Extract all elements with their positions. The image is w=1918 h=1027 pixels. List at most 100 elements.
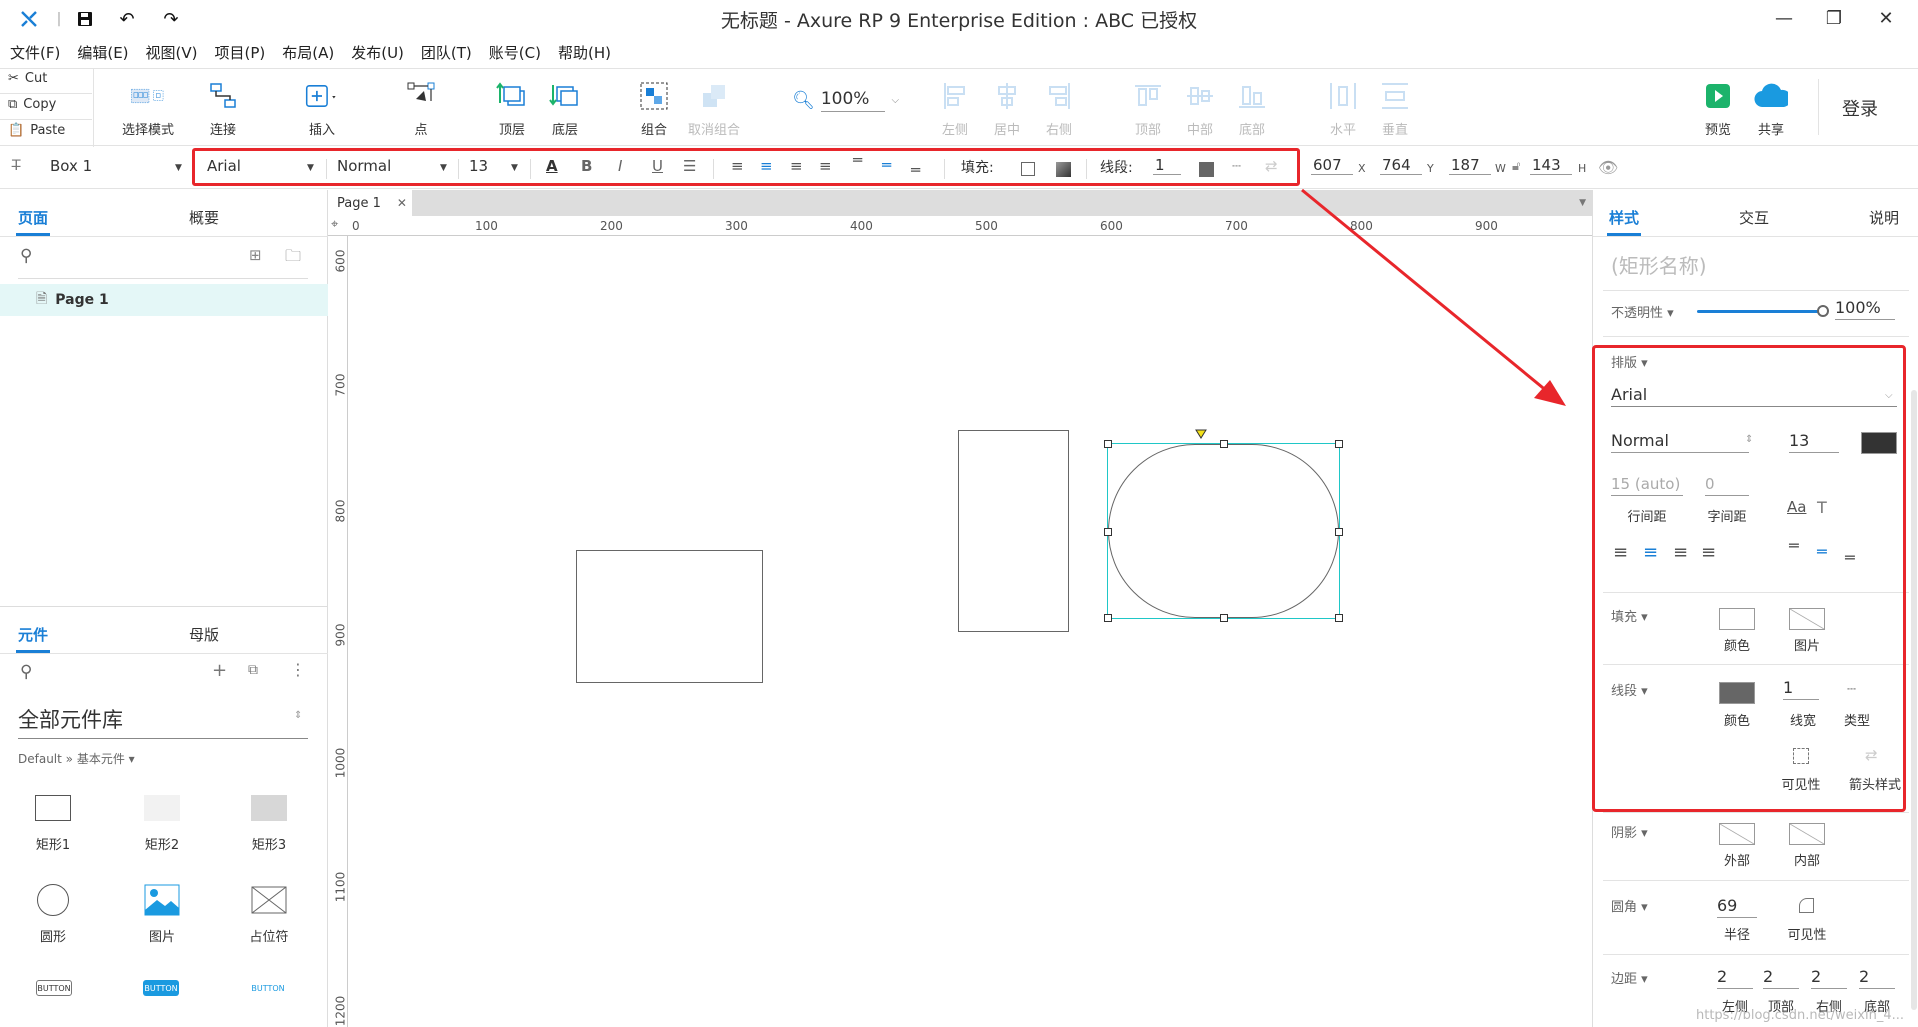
tab-masters[interactable]: 母版 <box>189 624 219 645</box>
add-library-icon[interactable]: + <box>212 660 227 681</box>
y-input[interactable]: 764 <box>1380 156 1422 175</box>
stroke-pattern-icon[interactable]: ┄ <box>1232 157 1241 175</box>
font-size-select[interactable]: 13 <box>469 157 488 175</box>
share-button[interactable]: 共享 <box>1733 79 1809 138</box>
align-right-button[interactable]: 右侧 <box>1021 79 1097 138</box>
padding-right-input[interactable]: 2 <box>1811 967 1847 989</box>
valign-bottom-icon[interactable]: ═ <box>911 161 920 179</box>
chevron-down-icon[interactable]: ▼ <box>1579 198 1586 208</box>
align-bottom-button[interactable]: 底部 <box>1214 79 1290 138</box>
stroke-width-input[interactable]: 1 <box>1153 156 1181 175</box>
widget-placeholder[interactable]: 占位符 <box>224 880 314 945</box>
canvas-rounded-shape[interactable] <box>1108 444 1339 618</box>
corner-visibility-icon[interactable] <box>1799 898 1814 913</box>
ungroup-button[interactable]: 取消组合 <box>676 79 752 138</box>
library-select[interactable]: 全部元件库 <box>18 704 308 739</box>
resize-handle[interactable] <box>1104 528 1112 536</box>
arrow-style-icon[interactable]: ⇄ <box>1265 157 1278 175</box>
widget-image[interactable]: 图片 <box>117 880 207 945</box>
minimize-icon[interactable]: — <box>1762 4 1806 32</box>
italic-icon[interactable]: I <box>618 157 622 175</box>
menu-team[interactable]: 团队(T) <box>421 42 472 63</box>
x-input[interactable]: 607 <box>1311 156 1353 175</box>
connect-button[interactable]: 连接 <box>185 79 261 138</box>
opacity-label[interactable]: 不透明性 ▾ <box>1611 302 1674 321</box>
text-align-left-icon[interactable]: ≡ <box>731 157 744 175</box>
login-button[interactable]: 登录 <box>1842 95 1878 121</box>
height-input[interactable]: 143 <box>1530 156 1572 175</box>
padding-left-input[interactable]: 2 <box>1717 967 1753 989</box>
font-color-icon[interactable]: A <box>546 157 558 175</box>
valign-middle-icon[interactable]: ═ <box>882 156 891 174</box>
bullet-list-icon[interactable]: ☰ <box>683 157 696 175</box>
text-align-center-icon[interactable]: ≡ <box>760 157 773 175</box>
menu-project[interactable]: 项目(P) <box>215 42 266 63</box>
close-icon[interactable]: ✕ <box>1864 4 1908 32</box>
zoom-control[interactable]: 🔍︎ 100% ⌵ <box>792 89 899 112</box>
page-item[interactable]: 🗎︎ Page 1 <box>0 284 328 316</box>
opacity-slider-thumb[interactable] <box>1817 305 1829 317</box>
more-icon[interactable]: ⋮ <box>290 660 306 679</box>
paste-button[interactable]: 📋 Paste <box>8 123 65 138</box>
menu-account[interactable]: 账号(C) <box>489 42 541 63</box>
menu-view[interactable]: 视图(V) <box>146 42 198 63</box>
tab-style[interactable]: 样式 <box>1609 207 1639 228</box>
text-justify-icon[interactable]: ≡ <box>819 157 832 175</box>
panel-scrollbar[interactable] <box>1911 390 1917 1010</box>
cut-button[interactable]: ✂ Cut <box>8 71 47 86</box>
resize-handle[interactable] <box>1335 528 1343 536</box>
search-icon[interactable]: ⚲ <box>20 662 32 682</box>
menu-edit[interactable]: 编辑(E) <box>77 42 128 63</box>
widget-rectangle3[interactable]: 矩形3 <box>224 788 314 853</box>
corner-radius-input[interactable]: 69 <box>1717 896 1757 918</box>
fill-color-swatch[interactable] <box>1021 162 1035 176</box>
widget-circle[interactable]: 圆形 <box>8 880 98 945</box>
tab-notes[interactable]: 说明 <box>1869 207 1899 228</box>
padding-label[interactable]: 边距 ▾ <box>1611 968 1648 987</box>
tab-outline[interactable]: 概要 <box>189 207 219 228</box>
corner-label[interactable]: 圆角 ▾ <box>1611 896 1648 915</box>
selection-box[interactable] <box>1104 429 1343 622</box>
eye-icon[interactable]: 👁︎ <box>1598 158 1618 177</box>
opacity-slider[interactable] <box>1697 310 1821 313</box>
library-breadcrumb[interactable]: Default » 基本元件 ▾ <box>18 750 135 767</box>
folder-icon[interactable]: 🗀︎ <box>285 245 301 272</box>
widget-rectangle1[interactable]: 矩形1 <box>8 788 98 853</box>
outer-shadow-swatch[interactable] <box>1719 823 1755 845</box>
tab-page-1[interactable]: Page 1 ✕ <box>328 190 412 216</box>
search-icon[interactable]: ⚲ <box>20 246 32 266</box>
tab-widgets[interactable]: 元件 <box>18 624 48 645</box>
menu-publish[interactable]: 发布(U) <box>351 42 404 63</box>
bold-icon[interactable]: B <box>581 157 592 175</box>
padding-bottom-input[interactable]: 2 <box>1859 967 1895 989</box>
stroke-color-swatch[interactable] <box>1199 162 1214 177</box>
widget-button[interactable]: BUTTON <box>36 980 72 996</box>
resize-handle[interactable] <box>1335 440 1343 448</box>
shadow-label[interactable]: 阴影 ▾ <box>1611 822 1648 841</box>
text-align-right-icon[interactable]: ≡ <box>790 157 803 175</box>
shape-name-input[interactable]: (矩形名称) <box>1611 250 1707 279</box>
tab-interactions[interactable]: 交互 <box>1739 207 1769 228</box>
widget-rectangle2[interactable]: 矩形2 <box>117 788 207 853</box>
close-tab-icon[interactable]: ✕ <box>397 196 407 210</box>
copy-button[interactable]: ⧉ Copy <box>8 97 56 112</box>
canvas-rectangle[interactable] <box>576 550 763 683</box>
menu-layout[interactable]: 布局(A) <box>282 42 334 63</box>
lock-icon[interactable]: 🔓︎ <box>1512 159 1520 174</box>
resize-handle[interactable] <box>1220 440 1228 448</box>
resize-handle[interactable] <box>1104 440 1112 448</box>
font-weight-select[interactable]: Normal <box>337 157 391 175</box>
widget-link-button[interactable]: BUTTON <box>250 980 286 996</box>
resize-handle[interactable] <box>1335 614 1343 622</box>
menu-help[interactable]: 帮助(H) <box>558 42 611 63</box>
tab-pages[interactable]: 页面 <box>18 207 48 228</box>
canvas-tall-rectangle[interactable] <box>958 430 1069 632</box>
send-to-back-button[interactable]: 底层 <box>527 79 603 138</box>
library-stack-icon[interactable]: ⧉ <box>248 662 258 678</box>
widget-primary-button[interactable]: BUTTON <box>143 980 179 996</box>
inner-shadow-swatch[interactable] <box>1789 823 1825 845</box>
valign-top-icon[interactable]: ═ <box>853 151 862 169</box>
padding-top-input[interactable]: 2 <box>1763 967 1799 989</box>
underline-icon[interactable]: U <box>652 157 663 175</box>
widget-name-field[interactable]: Box 1 <box>50 157 92 175</box>
